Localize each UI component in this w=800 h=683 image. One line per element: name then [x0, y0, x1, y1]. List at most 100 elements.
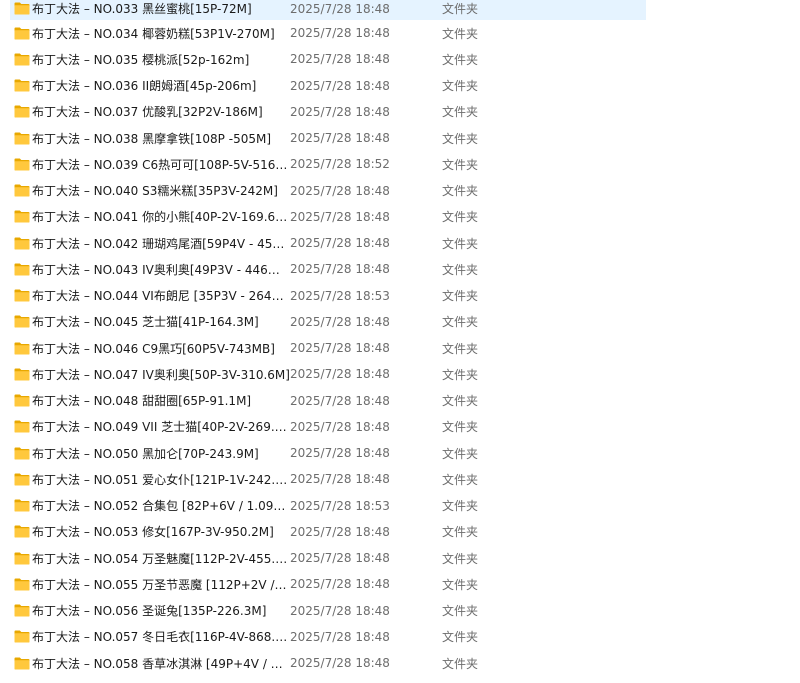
- folder-icon: [10, 53, 32, 66]
- folder-icon: [10, 499, 32, 512]
- file-type: 文件夹: [442, 210, 479, 225]
- file-type: 文件夹: [442, 446, 479, 461]
- folder-icon: [10, 342, 32, 355]
- file-name: 布丁大法 – NO.035 樱桃派[52p-162m]: [32, 52, 250, 67]
- file-row[interactable]: 布丁大法 – NO.053 修女[167P-3V-950.2M] 2025/7/…: [10, 519, 646, 545]
- file-name: 布丁大法 – NO.051 爱心女仆[121P-1V-242.7...: [32, 472, 290, 487]
- modified-date: 2025/7/28 18:48: [290, 577, 390, 592]
- file-list: 布丁大法 – NO.033 黑丝蜜桃[15P-72M] 2025/7/28 18…: [10, 0, 646, 676]
- file-name: 布丁大法 – NO.044 VI布朗尼 [35P3V - 264MB]: [32, 289, 290, 304]
- file-row[interactable]: 布丁大法 – NO.038 黑摩拿铁[108P -505M] 2025/7/28…: [10, 125, 646, 151]
- modified-date: 2025/7/28 18:48: [290, 393, 390, 408]
- file-type: 文件夹: [442, 577, 479, 592]
- folder-icon: [10, 289, 32, 302]
- folder-icon: [10, 263, 32, 276]
- file-row[interactable]: 布丁大法 – NO.057 冬日毛衣[116P-4V-868.2... 2025…: [10, 624, 646, 650]
- modified-date: 2025/7/28 18:48: [290, 236, 390, 251]
- file-row[interactable]: 布丁大法 – NO.036 II朗姆酒[45p-206m] 2025/7/28 …: [10, 73, 646, 99]
- file-name: 布丁大法 – NO.039 C6热可可[108P-5V-516M]: [32, 157, 290, 172]
- file-type: 文件夹: [442, 472, 479, 487]
- folder-icon: [10, 604, 32, 617]
- file-name: 布丁大法 – NO.057 冬日毛衣[116P-4V-868.2...: [32, 630, 290, 645]
- file-row[interactable]: 布丁大法 – NO.042 珊瑚鸡尾酒[59P4V - 451... 2025/…: [10, 230, 646, 256]
- file-name: 布丁大法 – NO.050 黑加仑[70P-243.9M]: [32, 446, 259, 461]
- file-row[interactable]: 布丁大法 – NO.040 S3糯米糕[35P3V-242M] 2025/7/2…: [10, 178, 646, 204]
- modified-date: 2025/7/28 18:48: [290, 314, 390, 329]
- file-type: 文件夹: [442, 420, 479, 435]
- file-type: 文件夹: [442, 131, 479, 146]
- file-row[interactable]: 布丁大法 – NO.035 樱桃派[52p-162m] 2025/7/28 18…: [10, 46, 646, 72]
- file-row[interactable]: 布丁大法 – NO.033 黑丝蜜桃[15P-72M] 2025/7/28 18…: [10, 0, 646, 20]
- folder-icon: [10, 132, 32, 145]
- folder-icon: [10, 184, 32, 197]
- file-name: 布丁大法 – NO.056 圣诞兔[135P-226.3M]: [32, 604, 267, 619]
- file-name: 布丁大法 – NO.053 修女[167P-3V-950.2M]: [32, 525, 274, 540]
- file-name: 布丁大法 – NO.041 你的小熊[40P-2V-169.6M]: [32, 210, 290, 225]
- file-type: 文件夹: [442, 262, 479, 277]
- file-name: 布丁大法 – NO.047 IV奥利奥[50P-3V-310.6M]: [32, 367, 290, 382]
- file-row[interactable]: 布丁大法 – NO.050 黑加仑[70P-243.9M] 2025/7/28 …: [10, 440, 646, 466]
- folder-icon: [10, 525, 32, 538]
- file-name: 布丁大法 – NO.034 椰蓉奶糕[53P1V-270M]: [32, 26, 275, 41]
- modified-date: 2025/7/28 18:48: [290, 26, 390, 41]
- file-row[interactable]: 布丁大法 – NO.056 圣诞兔[135P-226.3M] 2025/7/28…: [10, 598, 646, 624]
- modified-date: 2025/7/28 18:52: [290, 157, 390, 172]
- folder-icon: [10, 630, 32, 643]
- file-row[interactable]: 布丁大法 – NO.044 VI布朗尼 [35P3V - 264MB] 2025…: [10, 283, 646, 309]
- modified-date: 2025/7/28 18:48: [290, 209, 390, 224]
- file-type: 文件夹: [442, 656, 479, 671]
- modified-date: 2025/7/28 18:48: [290, 183, 390, 198]
- file-row[interactable]: 布丁大法 – NO.051 爱心女仆[121P-1V-242.7... 2025…: [10, 466, 646, 492]
- file-row[interactable]: 布丁大法 – NO.052 合集包 [82P+6V / 1.09GB] 2025…: [10, 493, 646, 519]
- modified-date: 2025/7/28 18:48: [290, 419, 390, 434]
- file-name: 布丁大法 – NO.049 VII 芝士猫[40P-2V-269.9...: [32, 420, 290, 435]
- folder-icon: [10, 79, 32, 92]
- file-row[interactable]: 布丁大法 – NO.045 芝士猫[41P-164.3M] 2025/7/28 …: [10, 309, 646, 335]
- file-type: 文件夹: [442, 604, 479, 619]
- file-name: 布丁大法 – NO.040 S3糯米糕[35P3V-242M]: [32, 184, 278, 199]
- modified-date: 2025/7/28 18:48: [290, 551, 390, 566]
- modified-date: 2025/7/28 18:48: [290, 629, 390, 644]
- folder-icon: [10, 447, 32, 460]
- file-name: 布丁大法 – NO.045 芝士猫[41P-164.3M]: [32, 315, 259, 330]
- file-name: 布丁大法 – NO.038 黑摩拿铁[108P -505M]: [32, 131, 272, 146]
- file-row[interactable]: 布丁大法 – NO.054 万圣魅魔[112P-2V-455.2... 2025…: [10, 545, 646, 571]
- file-type: 文件夹: [442, 525, 479, 540]
- file-row[interactable]: 布丁大法 – NO.055 万圣节恶魔 [112P+2V / 5... 2025…: [10, 571, 646, 597]
- file-name: 布丁大法 – NO.048 甜甜圈[65P-91.1M]: [32, 394, 252, 409]
- file-type: 文件夹: [442, 157, 479, 172]
- file-row[interactable]: 布丁大法 – NO.048 甜甜圈[65P-91.1M] 2025/7/28 1…: [10, 388, 646, 414]
- folder-icon: [10, 158, 32, 171]
- file-name: 布丁大法 – NO.037 优酸乳[32P2V-186M]: [32, 105, 263, 120]
- file-type: 文件夹: [442, 367, 479, 382]
- file-row[interactable]: 布丁大法 – NO.043 IV奥利奥[49P3V - 446MB] 2025/…: [10, 256, 646, 282]
- file-type: 文件夹: [442, 26, 479, 41]
- modified-date: 2025/7/28 18:48: [290, 656, 390, 671]
- file-name: 布丁大法 – NO.043 IV奥利奥[49P3V - 446MB]: [32, 262, 290, 277]
- file-name: 布丁大法 – NO.046 C9黑巧[60P5V-743MB]: [32, 341, 275, 356]
- file-row[interactable]: 布丁大法 – NO.049 VII 芝士猫[40P-2V-269.9... 20…: [10, 414, 646, 440]
- folder-icon: [10, 105, 32, 118]
- modified-date: 2025/7/28 18:48: [290, 367, 390, 382]
- file-row[interactable]: 布丁大法 – NO.058 香草冰淇淋 [49P+4V / 59... 2025…: [10, 650, 646, 676]
- modified-date: 2025/7/28 18:48: [290, 603, 390, 618]
- file-type: 文件夹: [442, 341, 479, 356]
- file-row[interactable]: 布丁大法 – NO.039 C6热可可[108P-5V-516M] 2025/7…: [10, 151, 646, 177]
- file-type: 文件夹: [442, 79, 479, 94]
- folder-icon: [10, 420, 32, 433]
- folder-icon: [10, 473, 32, 486]
- modified-date: 2025/7/28 18:53: [290, 288, 390, 303]
- file-name: 布丁大法 – NO.052 合集包 [82P+6V / 1.09GB]: [32, 499, 290, 514]
- file-type: 文件夹: [442, 289, 479, 304]
- modified-date: 2025/7/28 18:48: [290, 1, 390, 16]
- file-row[interactable]: 布丁大法 – NO.041 你的小熊[40P-2V-169.6M] 2025/7…: [10, 204, 646, 230]
- folder-icon: [10, 657, 32, 670]
- file-row[interactable]: 布丁大法 – NO.034 椰蓉奶糕[53P1V-270M] 2025/7/28…: [10, 20, 646, 46]
- folder-icon: [10, 578, 32, 591]
- folder-icon: [10, 2, 32, 15]
- file-row[interactable]: 布丁大法 – NO.047 IV奥利奥[50P-3V-310.6M] 2025/…: [10, 361, 646, 387]
- file-row[interactable]: 布丁大法 – NO.037 优酸乳[32P2V-186M] 2025/7/28 …: [10, 99, 646, 125]
- file-row[interactable]: 布丁大法 – NO.046 C9黑巧[60P5V-743MB] 2025/7/2…: [10, 335, 646, 361]
- modified-date: 2025/7/28 18:48: [290, 131, 390, 146]
- file-type: 文件夹: [442, 394, 479, 409]
